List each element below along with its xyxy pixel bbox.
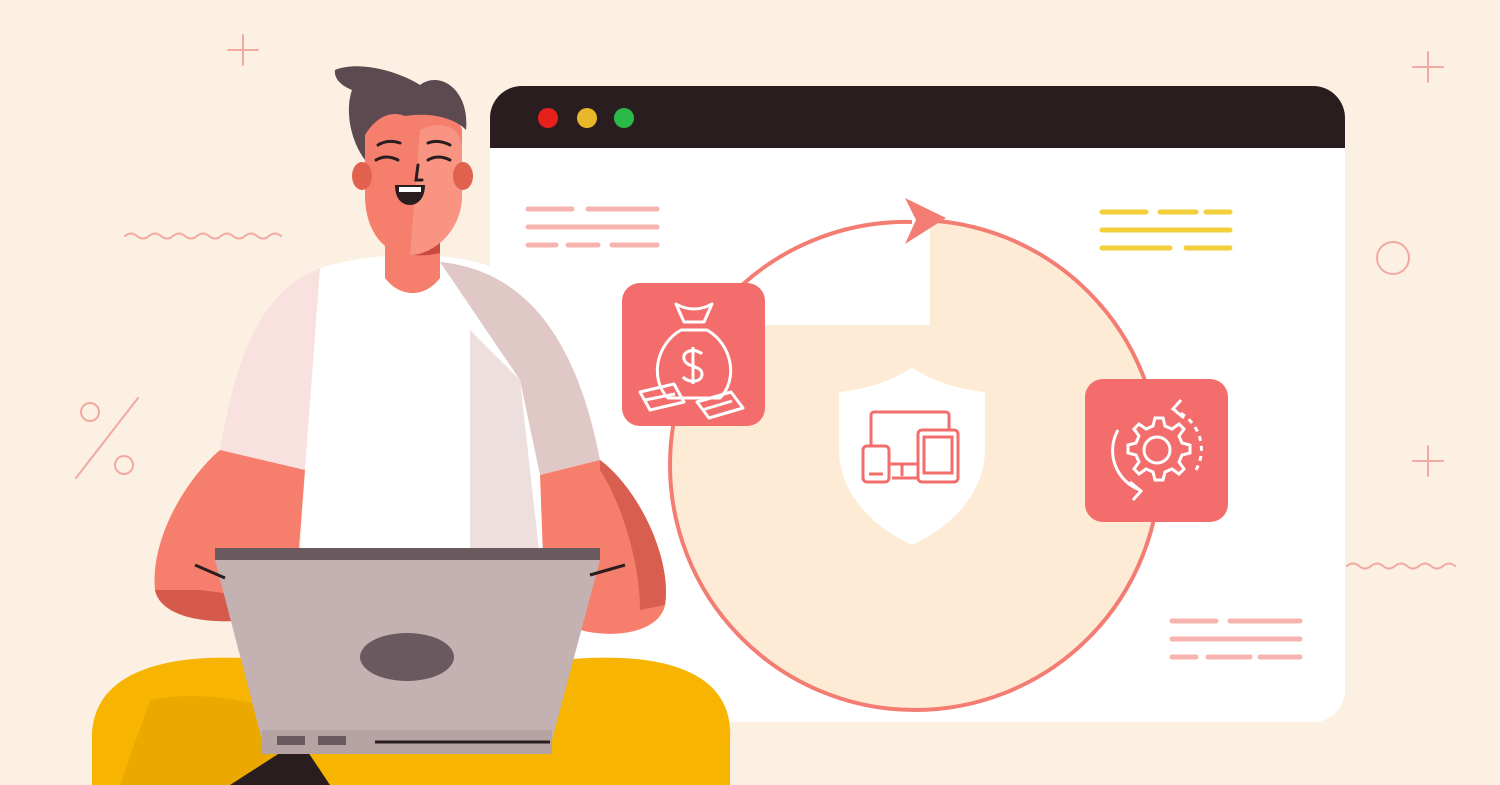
wave-line (124, 232, 282, 240)
plus-icon (1412, 445, 1444, 477)
left-ear (352, 162, 372, 190)
laptop[interactable] (215, 548, 600, 754)
illustration-canvas (75, 34, 1456, 785)
right-ear (453, 162, 473, 190)
wave-line (1346, 562, 1456, 570)
plus-icon (227, 34, 259, 66)
gear-sync-tile[interactable] (1085, 379, 1228, 522)
close-dot[interactable] (538, 108, 558, 128)
percent-icon (75, 397, 139, 479)
plus-icon (1412, 51, 1444, 83)
circle-icon (1376, 241, 1410, 275)
money-bag-tile[interactable] (622, 283, 765, 426)
maximize-dot[interactable] (614, 108, 634, 128)
minimize-dot[interactable] (577, 108, 597, 128)
laptop-logo (360, 633, 454, 681)
